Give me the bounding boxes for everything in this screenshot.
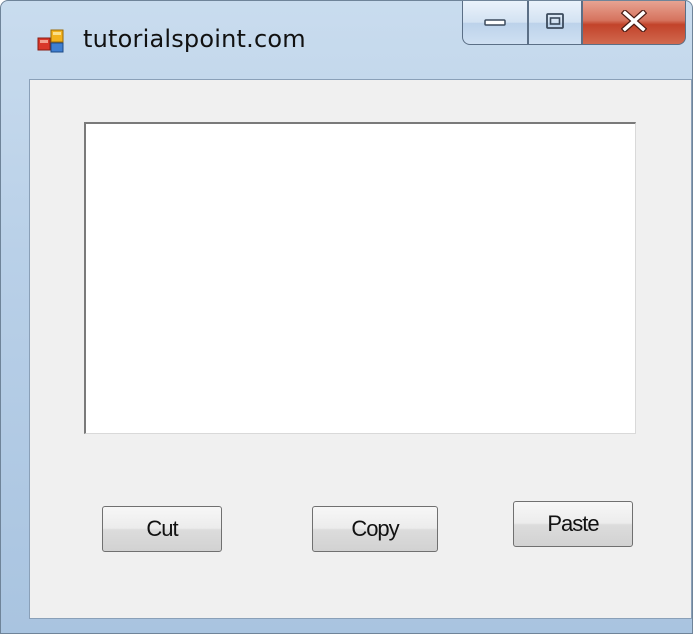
close-icon [620, 8, 648, 36]
maximize-button[interactable] [528, 1, 582, 45]
title-bar[interactable]: tutorialspoint.com [1, 1, 692, 79]
caption-buttons [452, 1, 692, 53]
minimize-icon [484, 13, 506, 32]
form-client-area: Cut Copy Paste [29, 79, 692, 619]
app-window: tutorialspoint.com Cut Copy Paste [0, 0, 693, 634]
paste-button[interactable]: Paste [513, 501, 633, 547]
cut-button[interactable]: Cut [102, 506, 222, 552]
close-button[interactable] [582, 1, 686, 45]
text-box[interactable] [84, 122, 636, 434]
minimize-button[interactable] [462, 1, 528, 45]
window-title: tutorialspoint.com [83, 25, 306, 53]
copy-button[interactable]: Copy [312, 506, 438, 552]
app-icon [37, 27, 65, 55]
maximize-icon [546, 12, 564, 33]
